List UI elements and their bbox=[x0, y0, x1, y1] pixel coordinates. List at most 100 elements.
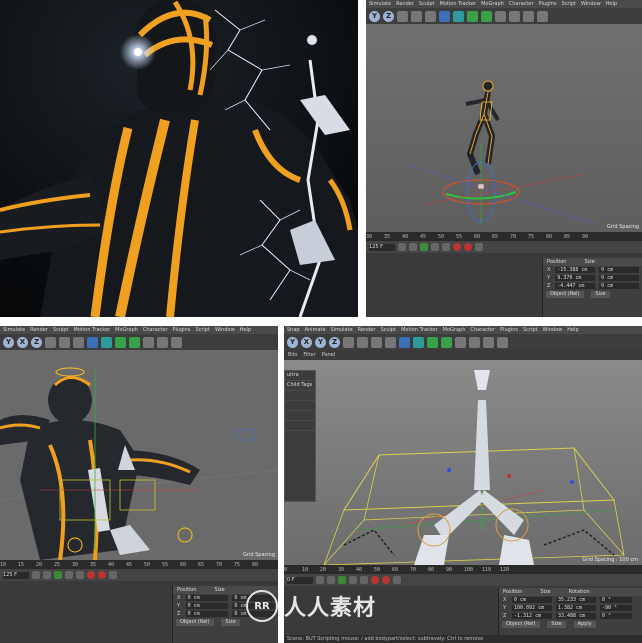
menu-item[interactable]: MoGraph bbox=[115, 327, 138, 333]
side-panel-item-empty[interactable] bbox=[285, 421, 315, 431]
frame-field[interactable]: 125 F bbox=[369, 243, 395, 251]
viewport-menu-item[interactable]: Filter bbox=[303, 352, 315, 358]
viewport-menu-item[interactable]: Bits bbox=[288, 352, 297, 358]
axis-z-button[interactable]: Z bbox=[329, 336, 340, 348]
light-icon[interactable] bbox=[497, 336, 508, 348]
menu-item[interactable]: MoGraph bbox=[443, 327, 466, 333]
cube-icon[interactable] bbox=[87, 336, 98, 348]
go-end-icon[interactable] bbox=[442, 243, 450, 251]
menu-item[interactable]: MoGraph bbox=[481, 1, 504, 7]
position-field[interactable]: -15.388 cm bbox=[555, 267, 596, 273]
size-field[interactable]: 0 cm bbox=[599, 283, 639, 289]
timeline-ruler[interactable]: 30 35 40 45 50 55 60 65 70 75 80 85 90 bbox=[366, 232, 642, 241]
axis-y-button[interactable]: Y bbox=[287, 336, 298, 348]
menu-item[interactable]: Simulate bbox=[369, 1, 391, 7]
viewport-menu-item[interactable]: Panel bbox=[322, 352, 336, 358]
array-icon[interactable] bbox=[441, 336, 452, 348]
record-icon[interactable] bbox=[453, 243, 461, 251]
size-field[interactable]: 0 cm bbox=[599, 267, 639, 273]
menu-item[interactable]: Simulate bbox=[331, 327, 353, 333]
menu-item[interactable]: Sculpt bbox=[53, 327, 69, 333]
deformer-icon[interactable] bbox=[455, 336, 466, 348]
prev-key-icon[interactable] bbox=[43, 571, 51, 579]
axis-y-button[interactable]: Y bbox=[369, 10, 380, 22]
timeline-ruler[interactable]: 10 15 20 25 30 35 40 45 50 55 60 65 70 7… bbox=[0, 560, 278, 569]
render-view-icon[interactable] bbox=[357, 336, 368, 348]
size-mode-select[interactable]: Size bbox=[221, 619, 240, 626]
autokey-icon[interactable] bbox=[98, 571, 106, 579]
axis-y-button[interactable]: Y bbox=[3, 336, 14, 348]
menu-item[interactable]: Plugins bbox=[173, 327, 191, 333]
render-settings-icon[interactable] bbox=[371, 336, 382, 348]
go-end-icon[interactable] bbox=[76, 571, 84, 579]
camera-icon[interactable] bbox=[523, 10, 534, 22]
render-queue-icon[interactable] bbox=[385, 336, 396, 348]
prev-key-icon[interactable] bbox=[409, 243, 417, 251]
menu-item[interactable]: Script bbox=[195, 327, 210, 333]
keyframe-icon[interactable] bbox=[393, 576, 401, 584]
coordinate-icon[interactable] bbox=[397, 10, 408, 22]
render-view-icon[interactable] bbox=[411, 10, 422, 22]
size-field[interactable]: 35.233 cm bbox=[556, 597, 596, 603]
scene-icon[interactable] bbox=[469, 336, 480, 348]
position-field[interactable]: 100.092 cm bbox=[512, 605, 552, 611]
menu-item[interactable]: Help bbox=[606, 1, 617, 7]
cube-icon[interactable] bbox=[439, 10, 450, 22]
deformer-icon[interactable] bbox=[495, 10, 506, 22]
coordinate-icon[interactable] bbox=[343, 336, 354, 348]
menu-item[interactable]: Character bbox=[470, 327, 495, 333]
menu-item[interactable]: Help bbox=[567, 327, 578, 333]
deformer-icon[interactable] bbox=[143, 336, 154, 348]
timeline-ruler[interactable]: 0 10 20 30 40 50 60 70 80 90 100 110 120 bbox=[284, 565, 642, 574]
position-field[interactable]: -4.447 cm bbox=[555, 283, 596, 289]
size-field[interactable]: 33.488 cm bbox=[556, 613, 596, 619]
menu-item[interactable]: Character bbox=[143, 327, 168, 333]
position-field[interactable]: 0 cm bbox=[512, 597, 552, 603]
play-icon[interactable] bbox=[420, 243, 428, 251]
coordinate-icon[interactable] bbox=[45, 336, 56, 348]
next-key-icon[interactable] bbox=[349, 576, 357, 584]
menu-item[interactable]: Snap bbox=[287, 327, 300, 333]
render-view-icon[interactable] bbox=[59, 336, 70, 348]
apply-button[interactable]: Apply bbox=[573, 621, 596, 628]
size-field[interactable]: 1.382 cm bbox=[556, 605, 596, 611]
position-field[interactable]: 0 cm bbox=[185, 595, 229, 601]
menu-item[interactable]: Motion Tracker bbox=[74, 327, 111, 333]
spline-icon[interactable] bbox=[101, 336, 112, 348]
menu-item[interactable]: Script bbox=[561, 1, 576, 7]
menu-item[interactable]: Render bbox=[30, 327, 48, 333]
nurbs-icon[interactable] bbox=[467, 10, 478, 22]
array-icon[interactable] bbox=[129, 336, 140, 348]
position-field[interactable]: -1.312 cm bbox=[512, 613, 552, 619]
go-start-icon[interactable] bbox=[32, 571, 40, 579]
object-mode-select[interactable]: Object (Rel) bbox=[176, 619, 214, 626]
rotation-field[interactable]: 0 ° bbox=[600, 597, 632, 603]
play-icon[interactable] bbox=[54, 571, 62, 579]
viewport[interactable]: Grid Spacing : 100 cm bbox=[284, 360, 642, 566]
menu-item[interactable]: Sculpt bbox=[380, 327, 396, 333]
axis-x-button[interactable]: X bbox=[301, 336, 312, 348]
side-panel-item[interactable]: ultra bbox=[285, 371, 315, 381]
menu-item[interactable]: Help bbox=[240, 327, 251, 333]
object-mode-select[interactable]: Object (Rel) bbox=[502, 621, 540, 628]
position-field[interactable]: 0 cm bbox=[185, 611, 229, 617]
next-key-icon[interactable] bbox=[65, 571, 73, 579]
menu-item[interactable]: Simulate bbox=[3, 327, 25, 333]
axis-z-button[interactable]: Z bbox=[31, 336, 42, 348]
axis-y2-button[interactable]: Y bbox=[315, 336, 326, 348]
side-panel-item-empty[interactable] bbox=[285, 401, 315, 411]
menu-item[interactable]: Window bbox=[543, 327, 563, 333]
menu-item[interactable]: Motion Tracker bbox=[440, 1, 477, 7]
nurbs-icon[interactable] bbox=[427, 336, 438, 348]
frame-field[interactable]: 0 F bbox=[287, 576, 313, 584]
menu-item[interactable]: Plugins bbox=[500, 327, 518, 333]
autokey-icon[interactable] bbox=[464, 243, 472, 251]
position-field[interactable]: 0 cm bbox=[185, 603, 229, 609]
rotation-field[interactable]: -90 ° bbox=[600, 605, 632, 611]
viewport[interactable]: Grid Spacing bbox=[0, 350, 278, 561]
scene-icon[interactable] bbox=[509, 10, 520, 22]
size-field[interactable]: 0 cm bbox=[599, 275, 639, 281]
position-field[interactable]: 9.370 cm bbox=[555, 275, 596, 281]
keyframe-icon[interactable] bbox=[475, 243, 483, 251]
render-settings-icon[interactable] bbox=[73, 336, 84, 348]
